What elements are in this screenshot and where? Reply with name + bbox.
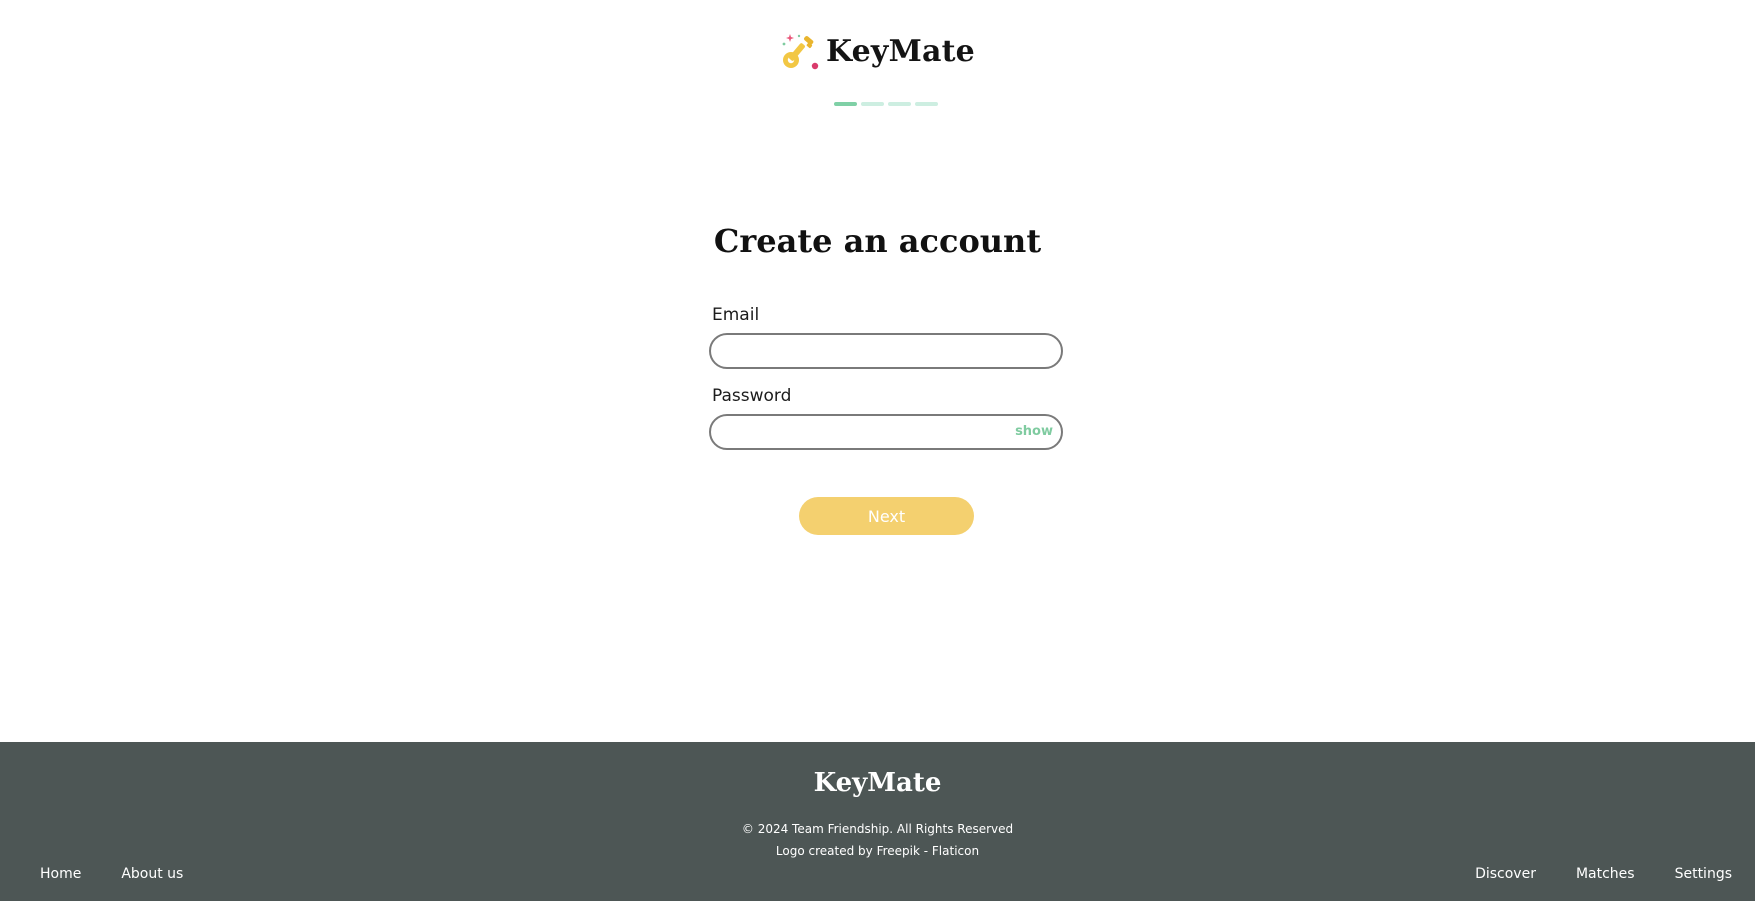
footer-link-matches[interactable]: Matches xyxy=(1576,866,1635,882)
email-field[interactable] xyxy=(711,335,1061,367)
password-label: Password xyxy=(712,386,792,406)
footer-nav-right: Discover Matches Settings xyxy=(1475,866,1732,882)
footer-credit: Logo created by Freepik - Flaticon xyxy=(775,844,980,858)
page-title: Create an account xyxy=(713,222,1042,260)
password-field-wrapper: show xyxy=(709,414,1063,450)
signup-progress xyxy=(834,102,938,106)
next-button[interactable]: Next xyxy=(799,497,974,535)
footer-nav-left: Home About us xyxy=(40,866,183,882)
footer-link-settings[interactable]: Settings xyxy=(1675,866,1732,882)
footer: KeyMate © 2024 Team Friendship. All Righ… xyxy=(0,742,1755,901)
footer-link-discover[interactable]: Discover xyxy=(1475,866,1536,882)
footer-copyright: © 2024 Team Friendship. All Rights Reser… xyxy=(741,822,1014,836)
footer-link-about-us[interactable]: About us xyxy=(121,866,183,882)
progress-step-2 xyxy=(861,102,884,106)
progress-step-1 xyxy=(834,102,857,106)
footer-brand: KeyMate xyxy=(813,768,942,798)
brand-name: KeyMate xyxy=(826,33,975,69)
email-label: Email xyxy=(712,305,760,325)
email-field-wrapper xyxy=(709,333,1063,369)
brand-header[interactable]: KeyMate xyxy=(0,30,1755,72)
progress-step-3 xyxy=(888,102,911,106)
password-field[interactable] xyxy=(711,416,1061,448)
footer-link-home[interactable]: Home xyxy=(40,866,81,882)
key-sparkle-icon xyxy=(780,30,820,72)
progress-step-4 xyxy=(915,102,938,106)
show-password-toggle[interactable]: show xyxy=(1015,424,1053,439)
signup-page: KeyMate Create an account Email Password… xyxy=(0,0,1755,901)
